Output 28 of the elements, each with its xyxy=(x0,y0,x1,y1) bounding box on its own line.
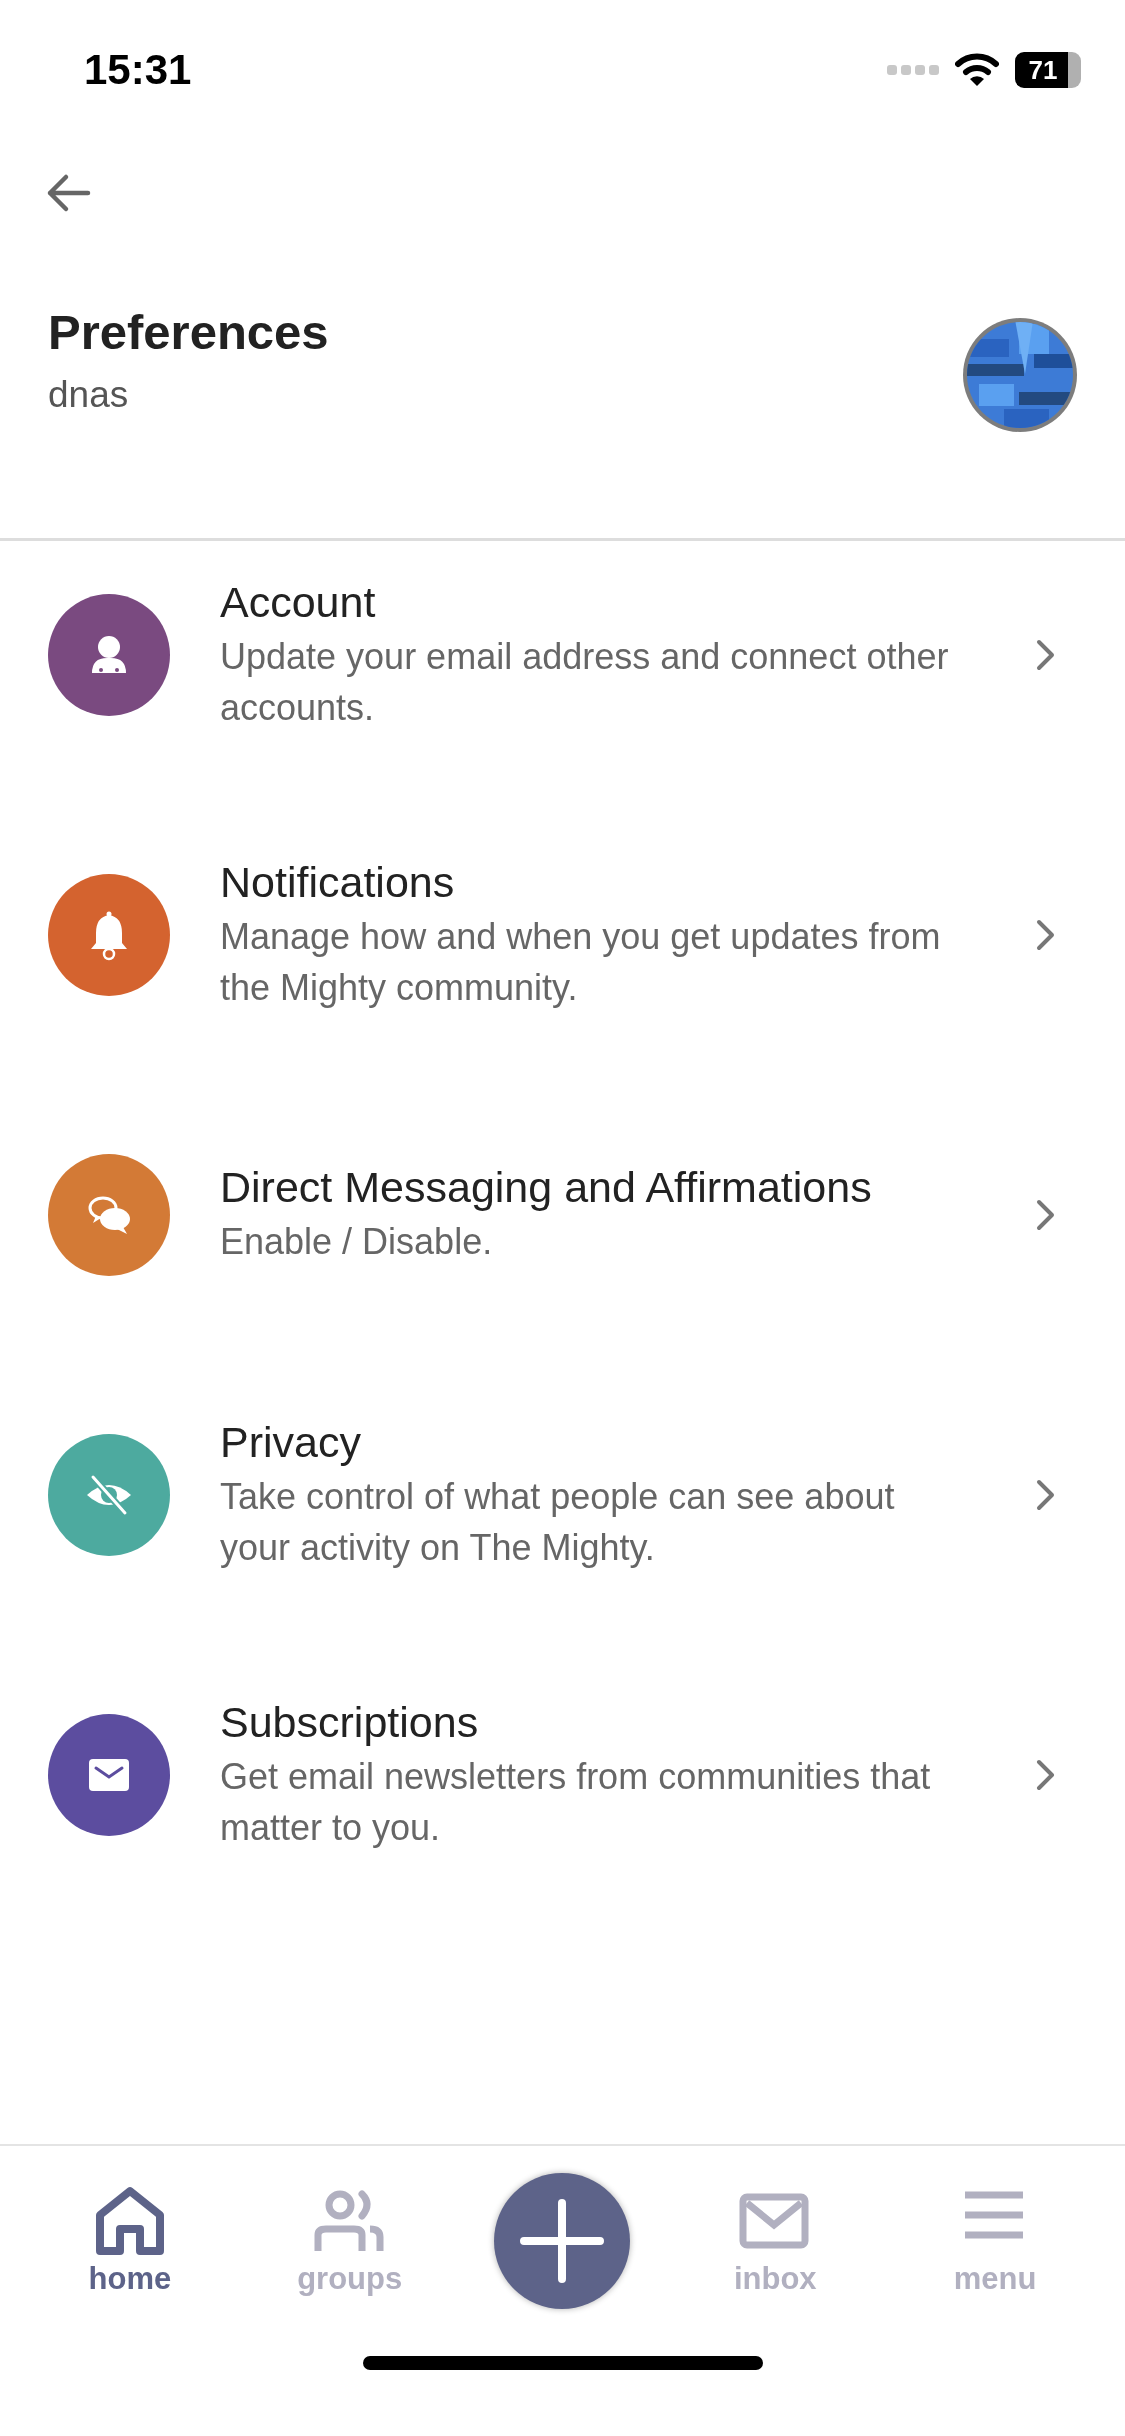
row-description: Take control of what people can see about your activity on The Mighty. xyxy=(220,1474,896,1570)
chevron-icon xyxy=(1035,918,1057,952)
row-title: Subscriptions xyxy=(220,1697,480,1747)
row-title: Privacy xyxy=(220,1417,362,1467)
settings-row[interactable]: Account Update your email address and connect other accounts. xyxy=(0,555,1125,755)
row-title: Direct Messaging and Affirmations xyxy=(220,1163,873,1212)
chevron-icon xyxy=(1035,1478,1057,1512)
chevron-icon xyxy=(1035,1198,1057,1232)
username: dnas xyxy=(48,374,130,416)
settings-row[interactable]: Direct Messaging and Affirmations Enable / Disable. xyxy=(0,1115,1125,1315)
row-description: Enable / Disable. xyxy=(220,1220,494,1264)
signal-icon xyxy=(887,63,939,77)
chevron-icon xyxy=(1035,1758,1057,1792)
row-description: Get email newsletters from communities that matter to you. xyxy=(220,1754,932,1850)
row-title: Notifications xyxy=(220,857,456,907)
settings-row[interactable]: Privacy Take control of what people can see about your activity on The Mighty. xyxy=(0,1395,1125,1595)
home-tab[interactable]: home xyxy=(54,2184,205,2298)
wifi-icon xyxy=(955,53,999,87)
row-description: Update your email address and connect other accounts. xyxy=(220,634,950,730)
chevron-icon xyxy=(1035,638,1057,672)
settings-row[interactable]: Notifications Manage how and when you get updates from the Mighty community. xyxy=(0,835,1125,1035)
page-title: Preferences xyxy=(48,304,329,360)
status-time: 15:31 xyxy=(84,46,192,94)
row-description: Manage how and when you get updates from the Mighty community. xyxy=(220,914,942,1010)
settings-row[interactable]: Subscriptions Get email newsletters from communities that matter to you. xyxy=(0,1675,1125,1875)
row-title: Account xyxy=(220,577,377,627)
battery-icon: 71 xyxy=(1015,52,1081,88)
plus-icon xyxy=(518,2197,607,2285)
